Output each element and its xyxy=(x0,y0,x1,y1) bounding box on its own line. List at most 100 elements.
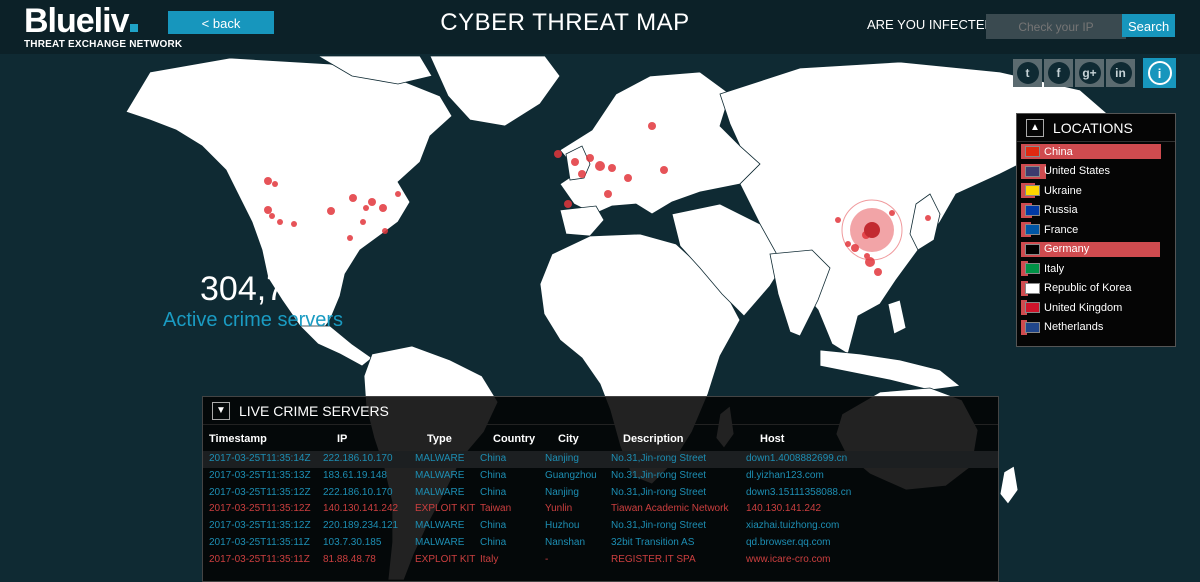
locations-header[interactable]: ▲ LOCATIONS xyxy=(1017,114,1175,142)
threat-marker xyxy=(363,205,369,211)
check-ip-input[interactable] xyxy=(986,14,1126,39)
location-item[interactable]: Italy xyxy=(1017,259,1175,279)
location-item[interactable]: Republic of Korea xyxy=(1017,279,1175,299)
location-name: United Kingdom xyxy=(1044,301,1123,314)
table-cell: qd.browser.qq.com xyxy=(746,536,831,548)
location-item[interactable]: Germany xyxy=(1017,240,1175,260)
location-item[interactable]: Netherlands xyxy=(1017,318,1175,338)
table-row[interactable]: 2017-03-25T11:35:11Z 103.7.30.185 MALWARE C… xyxy=(203,535,998,552)
table-cell: Taiwan xyxy=(480,503,512,515)
location-item[interactable]: China xyxy=(1017,142,1175,162)
new-zealand-shape xyxy=(999,465,1019,505)
locations-list: China United States Ukraine Russia France Ger… xyxy=(1017,142,1175,337)
threat-marker xyxy=(554,150,562,158)
table-cell: MALWARE xyxy=(415,486,465,498)
table-cell: MALWARE xyxy=(415,536,465,548)
logo-tagline: THREAT EXCHANGE NETWORK xyxy=(24,39,183,50)
threat-marker xyxy=(648,122,656,130)
flag-icon xyxy=(1025,146,1040,158)
table-cell: 220.189.234.121 xyxy=(323,520,399,532)
flag-icon xyxy=(1025,204,1040,216)
active-servers-count: 304,781 xyxy=(200,270,323,308)
active-servers-label: Active crime servers xyxy=(163,309,344,331)
column-header: City xyxy=(558,433,579,445)
central-america-shape xyxy=(299,325,373,367)
location-item[interactable]: Ukraine xyxy=(1017,181,1175,201)
table-cell: MALWARE xyxy=(415,520,465,532)
column-header: IP xyxy=(337,433,348,445)
threat-marker xyxy=(349,194,357,202)
info-button[interactable]: i xyxy=(1143,58,1176,88)
flag-icon xyxy=(1025,243,1040,255)
table-cell: EXPLOIT KIT xyxy=(415,503,476,515)
facebook-button[interactable]: f xyxy=(1044,59,1073,87)
table-row[interactable]: 2017-03-25T11:35:11Z 81.88.48.78 EXPLOIT K… xyxy=(203,552,998,569)
table-cell: 140.130.141.242 xyxy=(323,503,399,515)
table-row[interactable]: 2017-03-25T11:35:12Z 220.189.234.121 MALWA… xyxy=(203,518,998,535)
table-cell: China xyxy=(480,469,507,481)
table-row[interactable]: 2017-03-25T11:35:12Z 140.130.141.242 EXPLO… xyxy=(203,501,998,518)
table-cell: xiazhai.tuizhong.com xyxy=(746,520,840,532)
threat-marker xyxy=(889,210,895,216)
table-cell: China xyxy=(480,520,507,532)
facebook-icon: f xyxy=(1047,62,1070,84)
back-button[interactable]: < back xyxy=(168,11,274,34)
blueliv-logo[interactable]: Blueliv THREAT EXCHANGE NETWORK xyxy=(24,4,182,50)
flag-icon xyxy=(1025,321,1040,333)
table-cell: China xyxy=(480,536,507,548)
table-cell: 103.7.30.185 xyxy=(323,536,382,548)
table-cell: Italy xyxy=(480,553,499,565)
table-cell: Tiawan Academic Network xyxy=(611,503,729,515)
linkedin-button[interactable]: in xyxy=(1106,59,1135,87)
table-row[interactable]: 2017-03-25T11:35:14Z 222.186.10.170 MALWAR… xyxy=(203,451,998,468)
table-cell: down3.15111358088.cn xyxy=(746,486,852,498)
threat-marker xyxy=(264,206,272,214)
table-cell: EXPLOIT KIT xyxy=(415,553,476,565)
table-cell: No.31,Jin-rong Street xyxy=(611,520,707,532)
twitter-button[interactable]: t xyxy=(1013,59,1042,87)
iberia-shape xyxy=(559,205,605,237)
google-plus-button[interactable]: g+ xyxy=(1075,59,1104,87)
linkedin-icon: in xyxy=(1109,62,1132,84)
location-name: Italy xyxy=(1044,262,1065,275)
threat-marker xyxy=(395,191,401,197)
location-name: United States xyxy=(1044,165,1111,178)
threat-marker xyxy=(272,181,278,187)
table-cell: 2017-03-25T11:35:13Z xyxy=(209,469,311,481)
table-row[interactable]: 2017-03-25T11:35:13Z 183.61.19.148 MALWARE… xyxy=(203,468,998,485)
threat-marker xyxy=(578,170,586,178)
table-cell: REGISTER.IT SPA xyxy=(611,553,696,565)
threat-marker xyxy=(564,200,572,208)
flag-icon xyxy=(1025,185,1040,197)
table-cell: MALWARE xyxy=(415,469,465,481)
chevron-down-icon[interactable]: ▼ xyxy=(212,401,230,420)
table-cell: Guangzhou xyxy=(545,469,597,481)
table-row[interactable]: 2017-03-25T11:35:12Z 222.186.10.170 MALWAR… xyxy=(203,485,998,502)
location-name: Russia xyxy=(1044,204,1078,217)
table-cell: No.31,Jin-rong Street xyxy=(611,486,707,498)
threat-marker xyxy=(327,207,335,215)
table-cell: Nanshan xyxy=(545,536,586,548)
location-item[interactable]: United States xyxy=(1017,162,1175,182)
location-item[interactable]: France xyxy=(1017,220,1175,240)
table-header: Timestamp IP Type Country City Descripti… xyxy=(203,425,998,451)
threat-marker xyxy=(586,154,594,162)
location-share-bar xyxy=(1021,241,1160,257)
table-cell: 140.130.141.242 xyxy=(746,503,822,515)
crime-header[interactable]: ▼ LIVE CRIME SERVERS xyxy=(203,397,998,425)
location-name: Republic of Korea xyxy=(1044,282,1132,295)
table-cell: Huzhou xyxy=(545,520,580,532)
table-cell: 81.88.48.78 xyxy=(323,553,376,565)
locations-panel: ▲ LOCATIONS China United States Ukraine Rus… xyxy=(1016,113,1176,347)
column-header: Timestamp xyxy=(209,433,267,445)
search-button[interactable]: Search xyxy=(1122,14,1175,37)
table-cell: Nanjing xyxy=(545,453,579,464)
threat-marker xyxy=(368,198,376,206)
table-cell: Yunlin xyxy=(545,503,573,515)
threat-marker xyxy=(347,235,353,241)
location-item[interactable]: Russia xyxy=(1017,201,1175,221)
table-cell: 183.61.19.148 xyxy=(323,469,387,481)
location-item[interactable]: United Kingdom xyxy=(1017,298,1175,318)
chevron-up-icon[interactable]: ▲ xyxy=(1026,118,1044,137)
table-cell: No.31,Jin-rong Street xyxy=(611,469,707,481)
